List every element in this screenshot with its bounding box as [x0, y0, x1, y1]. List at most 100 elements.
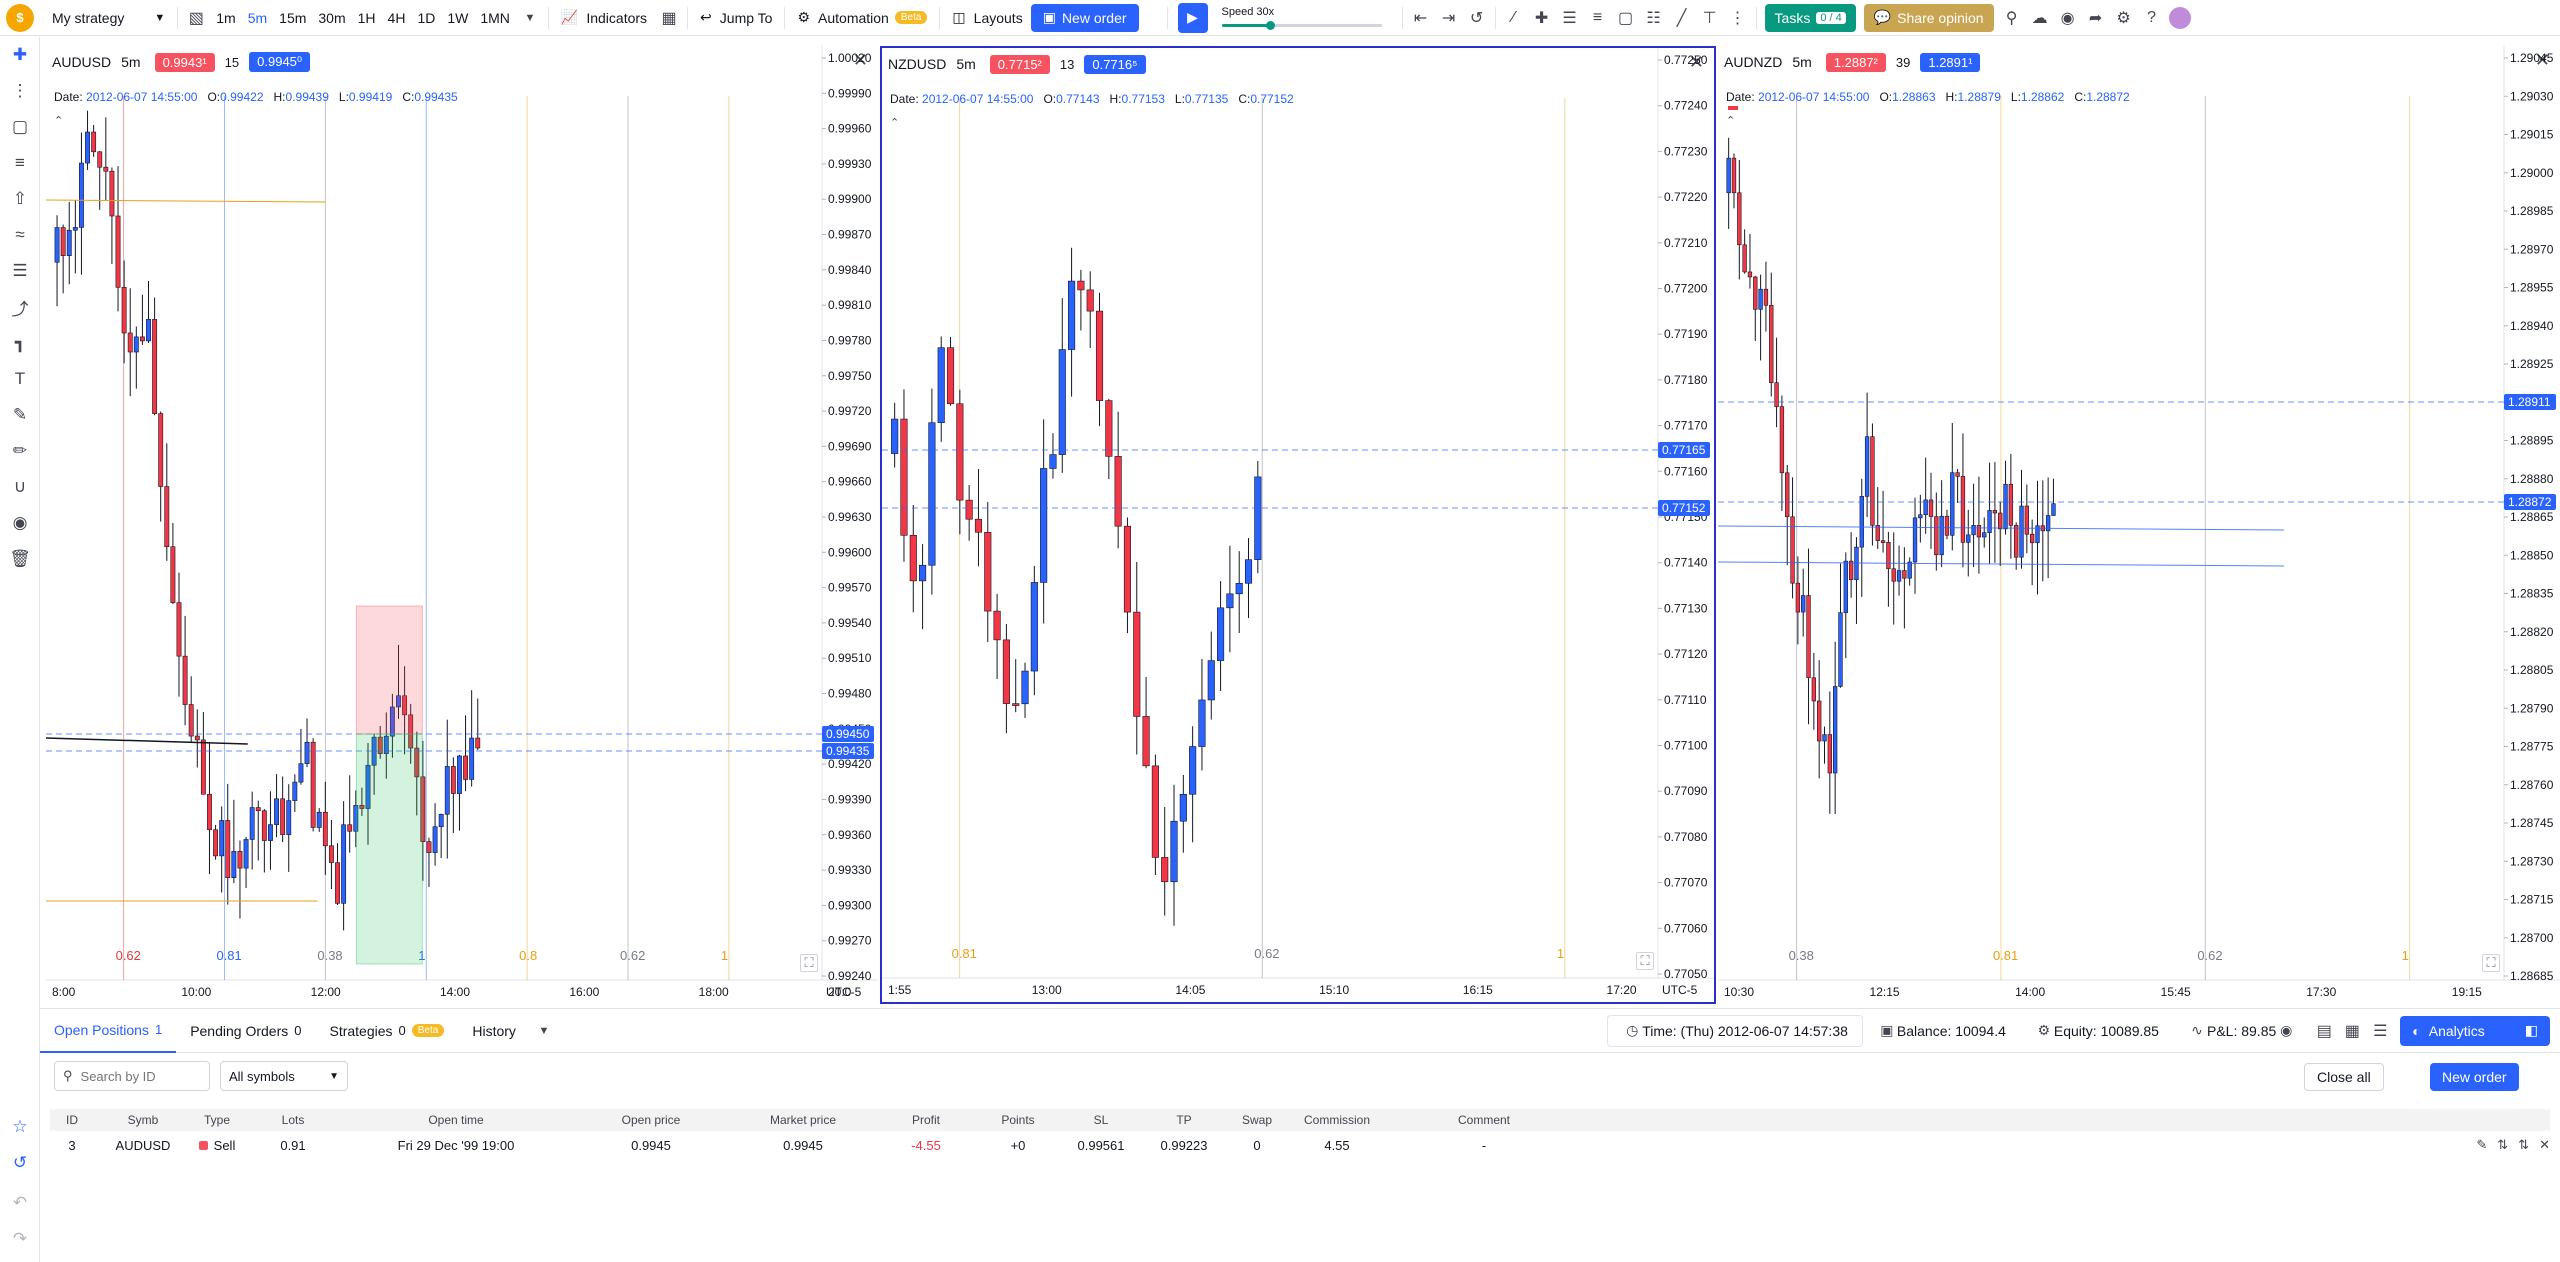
- rectangle-tool-icon[interactable]: ▢: [0, 109, 40, 145]
- text-tool-icon[interactable]: T: [0, 361, 40, 397]
- wave-tool-icon[interactable]: ≈: [0, 217, 40, 253]
- help-icon[interactable]: ?: [2138, 4, 2166, 32]
- settings-icon[interactable]: ⚙: [2110, 4, 2138, 32]
- templates-icon[interactable]: ▦: [655, 4, 683, 32]
- step-icon[interactable]: ⇥: [1435, 4, 1463, 32]
- chevron-down-icon[interactable]: ▼: [530, 1017, 558, 1045]
- parallel-icon[interactable]: ≡: [1584, 4, 1612, 32]
- column-header-tp[interactable]: TP: [1144, 1109, 1224, 1131]
- redo-icon[interactable]: ↷: [0, 1221, 40, 1257]
- candles-icon[interactable]: ▧: [182, 4, 210, 32]
- timeframe-1d[interactable]: 1D: [411, 10, 441, 26]
- table-row[interactable]: 3 AUDUSD Sell 0.91 Fri 29 Dec '99 19:00 0.994…: [50, 1133, 2550, 1157]
- close-all-button[interactable]: Close all: [2304, 1063, 2384, 1091]
- panel-new-order-button[interactable]: New order: [2430, 1063, 2519, 1091]
- trash-icon[interactable]: 🗑: [0, 541, 40, 577]
- h-ray-icon[interactable]: ⊤: [1696, 4, 1724, 32]
- column-header-type[interactable]: Type: [182, 1109, 252, 1131]
- timeframe-1h[interactable]: 1H: [352, 10, 382, 26]
- column-header-id[interactable]: ID: [50, 1109, 94, 1131]
- symbol-select[interactable]: All symbols ▼: [220, 1061, 348, 1091]
- indicators-button[interactable]: 📈 Indicators: [553, 0, 655, 36]
- column-header-lots[interactable]: Lots: [258, 1109, 328, 1131]
- tasks-button[interactable]: Tasks 0 / 4: [1764, 3, 1856, 32]
- column-header-commission[interactable]: Commission: [1290, 1109, 1384, 1131]
- eye-icon[interactable]: ◉: [2276, 1017, 2296, 1045]
- step-back-icon[interactable]: ⇤: [1407, 4, 1435, 32]
- position-tool-icon[interactable]: ┓: [0, 325, 40, 361]
- timeframe-15m[interactable]: 15m: [273, 10, 312, 26]
- path-tool-icon[interactable]: ⤴: [0, 289, 40, 325]
- layouts-button[interactable]: ◫ Layouts: [944, 0, 1030, 36]
- column-header-market-price[interactable]: Market price: [728, 1109, 878, 1131]
- close-icon[interactable]: ✕: [2539, 1137, 2550, 1153]
- pencil-tool-icon[interactable]: ✏: [0, 433, 40, 469]
- collapse-icon[interactable]: ⌃: [1726, 114, 1735, 127]
- rect-icon[interactable]: ▢: [1612, 4, 1640, 32]
- edit-icon[interactable]: ✎: [2476, 1137, 2487, 1153]
- timeframe-1w[interactable]: 1W: [441, 10, 474, 26]
- timeframe-1m[interactable]: 1m: [210, 10, 241, 26]
- crosshair-icon[interactable]: ✚: [0, 37, 40, 73]
- fib-icon[interactable]: ☰: [1556, 4, 1584, 32]
- trend-line-icon[interactable]: ∕: [1500, 4, 1528, 32]
- chart-pane-audusd[interactable]: AUDUSD 5m 0.9943¹ 15 0.9945⁰ ✕ Date: 2012-06-0…: [46, 46, 878, 1004]
- pattern-tool-icon[interactable]: ≡: [0, 145, 40, 181]
- star-icon[interactable]: ☆: [0, 1109, 40, 1145]
- column-header-profit[interactable]: Profit: [876, 1109, 976, 1131]
- timeframe-30m[interactable]: 30m: [312, 10, 351, 26]
- line-icon[interactable]: ╱: [1668, 4, 1696, 32]
- brush-tool-icon[interactable]: ✎: [0, 397, 40, 433]
- column-header-points[interactable]: Points: [978, 1109, 1058, 1131]
- new-order-button[interactable]: ▣ New order: [1030, 3, 1139, 32]
- calendar-icon[interactable]: ▦: [2338, 1017, 2366, 1045]
- collapse-icon[interactable]: ⌃: [890, 116, 899, 129]
- strategy-select[interactable]: My strategy ▼: [44, 0, 173, 36]
- fullscreen-icon[interactable]: ⛶: [800, 954, 818, 972]
- timeframe-1mn[interactable]: 1MN: [474, 10, 516, 26]
- share-icon[interactable]: ➦: [2082, 4, 2110, 32]
- magnet-icon[interactable]: ∪: [0, 469, 40, 505]
- search-input[interactable]: [80, 1068, 191, 1084]
- search-icon[interactable]: ⚲: [1998, 4, 2026, 32]
- tab-open-positions[interactable]: Open Positions 1: [40, 1009, 177, 1053]
- analytics-button[interactable]: ◐ Analytics ◧: [2400, 1015, 2550, 1046]
- chevron-down-icon[interactable]: ▼: [516, 4, 544, 32]
- fullscreen-icon[interactable]: ⛶: [1636, 952, 1654, 970]
- column-header-open-price[interactable]: Open price: [576, 1109, 726, 1131]
- notes-icon[interactable]: ☰: [2366, 1017, 2394, 1045]
- partial-close-icon[interactable]: ⇅: [2518, 1137, 2529, 1153]
- avatar[interactable]: [2166, 4, 2194, 32]
- timeframe-4h[interactable]: 4H: [382, 10, 412, 26]
- report-icon[interactable]: ▤: [2310, 1017, 2338, 1045]
- timeframe-5m[interactable]: 5m: [242, 10, 273, 26]
- chart-canvas[interactable]: 1.29045 1.29030 1.29015 1.29000 1.28985 1.289…: [1718, 46, 2560, 1004]
- undo-icon[interactable]: ↶: [0, 1185, 40, 1221]
- speed-control[interactable]: Speed 30x: [1221, 6, 1382, 30]
- column-header-comment[interactable]: Comment: [1384, 1109, 1584, 1131]
- column-header-open-time[interactable]: Open time: [336, 1109, 576, 1131]
- goto-icon[interactable]: ↺: [1463, 4, 1491, 32]
- v-line-icon[interactable]: ⋮: [1724, 4, 1752, 32]
- camera-icon[interactable]: ◉: [2054, 4, 2082, 32]
- collapse-icon[interactable]: ⌃: [54, 114, 63, 127]
- automation-button[interactable]: ⚙ Automation Beta: [789, 0, 935, 36]
- panel-toggle-icon[interactable]: ◧: [2525, 1022, 2538, 1039]
- play-button[interactable]: ▶: [1177, 2, 1208, 33]
- reverse-icon[interactable]: ⇅: [2497, 1137, 2508, 1153]
- chart-canvas[interactable]: 0.77250 0.77240 0.77230 0.77220 0.77210 0.772…: [882, 48, 1714, 1002]
- fullscreen-icon[interactable]: ⛶: [2482, 954, 2500, 972]
- tab-pending-orders[interactable]: Pending Orders 0: [176, 1009, 315, 1053]
- column-header-sl[interactable]: SL: [1058, 1109, 1144, 1131]
- fib-tool-icon[interactable]: ☰: [0, 253, 40, 289]
- chart-pane-audnzd[interactable]: AUDNZD 5m 1.2887² 39 1.2891¹ ✕ Date: 2012-06-0…: [1718, 46, 2560, 1004]
- chart-pane-nzdusd[interactable]: NZDUSD 5m 0.7715² 13 0.7716⁵ ✕ Date: 2012-06-0…: [880, 46, 1716, 1004]
- share-opinion-button[interactable]: 💬 Share opinion: [1863, 3, 1994, 32]
- jump-to-button[interactable]: ↩ Jump To: [692, 0, 780, 36]
- speed-knob[interactable]: [1265, 21, 1275, 30]
- tab-strategies[interactable]: Strategies 0 Beta: [315, 1009, 458, 1053]
- line-tool-icon[interactable]: ⋮: [0, 73, 40, 109]
- arrow-up-icon[interactable]: ⇧: [0, 181, 40, 217]
- crosshair-icon[interactable]: ✚: [1528, 4, 1556, 32]
- column-header-symb[interactable]: Symb: [108, 1109, 178, 1131]
